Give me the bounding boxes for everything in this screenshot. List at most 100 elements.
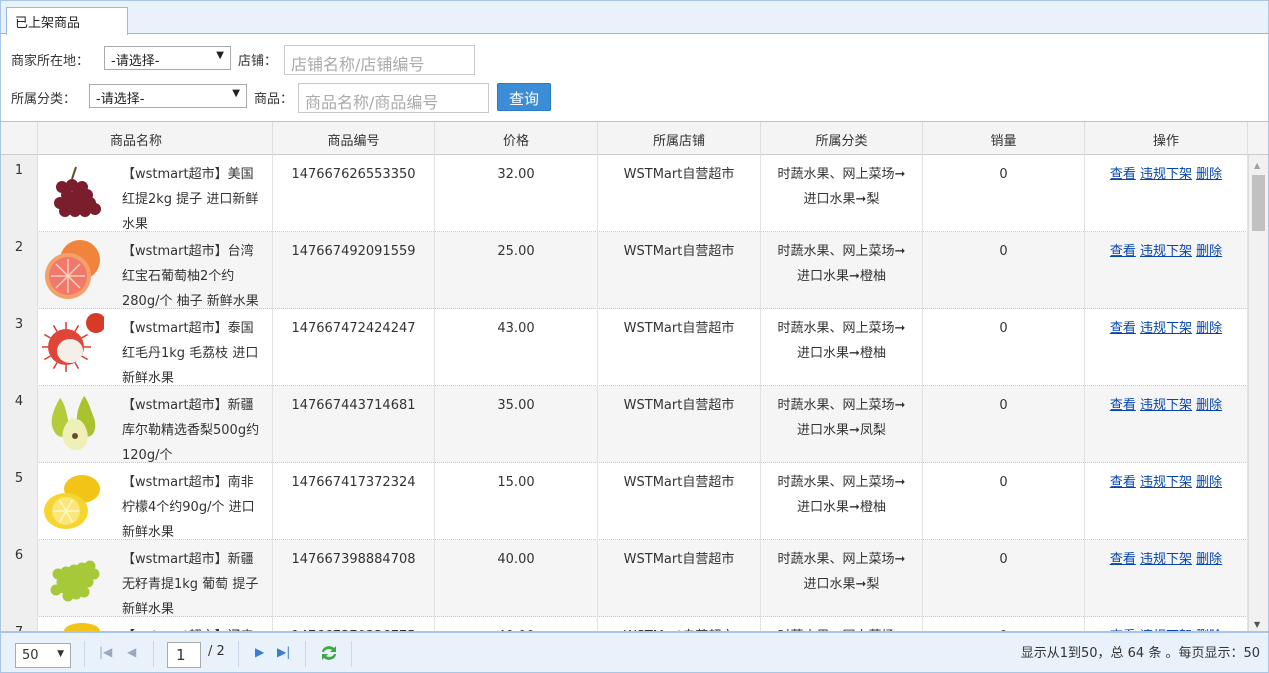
- view-link[interactable]: 查看: [1110, 167, 1136, 182]
- table-row[interactable]: 7 【wstmart超市】辽宁 14766737033677540.00WSTMar…: [1, 617, 1248, 631]
- table-row[interactable]: 6 【wstmart超市】新疆 无籽青提1kg 葡萄 提子 新鲜水果 147667398…: [1, 540, 1248, 617]
- header-actions: 操作: [1085, 122, 1248, 155]
- goods-code: 147667626553350: [273, 155, 435, 232]
- header-goods-code[interactable]: 商品编号: [273, 122, 435, 155]
- offshelf-link[interactable]: 违规下架: [1140, 552, 1192, 567]
- refresh-icon[interactable]: [319, 643, 339, 663]
- goods-code: 147667417372324: [273, 463, 435, 540]
- goods-name-cell: 【wstmart超市】新疆 无籽青提1kg 葡萄 提子 新鲜水果: [108, 540, 273, 617]
- goods-table: 商品名称 商品编号 价格 所属店铺 所属分类 销量 操作 1 【wstmart超市…: [0, 121, 1269, 632]
- dropdown-arrow-icon: ▼: [232, 88, 240, 99]
- pager-info: 显示从1到50，总 64 条 。每页显示：50: [1020, 646, 1260, 661]
- offshelf-link[interactable]: 违规下架: [1140, 321, 1192, 336]
- goods-name-cell: 【wstmart超市】泰国 红毛丹1kg 毛荔枝 进口 新鲜水果: [108, 309, 273, 386]
- scroll-down-icon[interactable]: ▼: [1254, 620, 1260, 629]
- table-row[interactable]: 4 【wstmart超市】新疆 库尔勒精选香梨500g约 120g/个 14766744…: [1, 386, 1248, 463]
- location-label: 商家所在地：: [11, 54, 90, 69]
- row-number: 1: [1, 155, 38, 232]
- first-page-icon[interactable]: |◀: [99, 645, 112, 659]
- shop-search-input[interactable]: 店铺名称/店铺编号: [284, 45, 475, 75]
- goods-sales: 0: [923, 463, 1085, 540]
- view-link[interactable]: 查看: [1110, 244, 1136, 259]
- product-image[interactable]: [42, 390, 104, 458]
- goods-category-line: 进口水果➞梨: [803, 192, 880, 207]
- view-link[interactable]: 查看: [1110, 475, 1136, 490]
- product-image[interactable]: [42, 544, 104, 612]
- goods-price: 40.00: [435, 617, 598, 631]
- page-size-select[interactable]: 50 ▼: [15, 643, 71, 668]
- goods-search-input[interactable]: 商品名称/商品编号: [298, 83, 489, 113]
- goods-name-line: 【wstmart超市】辽宁: [122, 624, 268, 631]
- header-shop[interactable]: 所属店铺: [598, 122, 761, 155]
- goods-name-line: 无籽青提1kg 葡萄 提子: [122, 577, 259, 592]
- query-button[interactable]: 查询: [497, 83, 551, 111]
- goods-category-cell: 时蔬水果、网上菜场➞ 进口水果➞梨: [761, 540, 923, 617]
- goods-category-line: 进口水果➞凤梨: [797, 423, 886, 438]
- goods-category-line: 进口水果➞橙柚: [797, 269, 886, 284]
- actions-cell: 查看 违规下架 删除: [1085, 386, 1248, 463]
- product-image[interactable]: [42, 467, 104, 535]
- category-label: 所属分类：: [11, 92, 77, 107]
- header-image: [38, 122, 108, 155]
- delete-link[interactable]: 删除: [1196, 321, 1222, 336]
- tab-listed-goods[interactable]: 已上架商品: [6, 7, 128, 35]
- table-header: 商品名称 商品编号 价格 所属店铺 所属分类 销量 操作: [1, 122, 1268, 155]
- delete-link[interactable]: 删除: [1196, 475, 1222, 490]
- goods-category-cell: 时蔬水果、网上菜场➞ 进口水果➞橙柚: [761, 232, 923, 309]
- goods-sales: 0: [923, 155, 1085, 232]
- goods-category-cell: 时蔬水果、网上菜场➞: [761, 617, 923, 631]
- goods-sales: 0: [923, 617, 1085, 631]
- current-page-input[interactable]: 1: [167, 642, 201, 668]
- header-rownum: [1, 122, 38, 155]
- view-link[interactable]: 查看: [1110, 552, 1136, 567]
- table-body: 1 【wstmart超市】美国 红提2kg 提子 进口新鲜 水果 14766762655…: [1, 155, 1248, 631]
- delete-link[interactable]: 删除: [1196, 167, 1222, 182]
- prev-page-icon[interactable]: ◀: [127, 645, 136, 659]
- actions-cell: 查看 违规下架 删除: [1085, 232, 1248, 309]
- goods-code: 147667443714681: [273, 386, 435, 463]
- goods-category-line: 进口水果➞梨: [803, 577, 880, 592]
- header-price[interactable]: 价格: [435, 122, 598, 155]
- table-row[interactable]: 1 【wstmart超市】美国 红提2kg 提子 进口新鲜 水果 14766762655…: [1, 155, 1248, 232]
- delete-link[interactable]: 删除: [1196, 398, 1222, 413]
- vertical-scrollbar[interactable]: ▲ ▼: [1248, 155, 1268, 631]
- header-goods-name[interactable]: 商品名称: [108, 122, 273, 155]
- offshelf-link[interactable]: 违规下架: [1140, 475, 1192, 490]
- header-sales[interactable]: 销量: [923, 122, 1085, 155]
- scroll-up-icon[interactable]: ▲: [1254, 161, 1260, 170]
- offshelf-link[interactable]: 违规下架: [1140, 398, 1192, 413]
- table-row[interactable]: 2 【wstmart超市】台湾 红宝石葡萄柚2个约 280g/个 柚子 新鲜水果 147…: [1, 232, 1248, 309]
- next-page-icon[interactable]: ▶: [255, 645, 264, 659]
- row-number: 3: [1, 309, 38, 386]
- header-category[interactable]: 所属分类: [761, 122, 923, 155]
- view-link[interactable]: 查看: [1110, 321, 1136, 336]
- goods-name-line: 柠檬4个约90g/个 进口: [122, 500, 255, 515]
- category-select[interactable]: -请选择- ▼: [89, 84, 247, 108]
- product-image[interactable]: [42, 313, 104, 381]
- delete-link[interactable]: 删除: [1196, 552, 1222, 567]
- actions-cell: 查看 违规下架 删除: [1085, 155, 1248, 232]
- goods-price: 15.00: [435, 463, 598, 540]
- table-row[interactable]: 3 【wstmart超市】泰国 红毛丹1kg 毛荔枝 进口 新鲜水果 147667472…: [1, 309, 1248, 386]
- table-row[interactable]: 5 【wstmart超市】南非 柠檬4个约90g/个 进口 新鲜水果 147667417…: [1, 463, 1248, 540]
- goods-category-cell: 时蔬水果、网上菜场➞ 进口水果➞凤梨: [761, 386, 923, 463]
- offshelf-link[interactable]: 违规下架: [1140, 167, 1192, 182]
- goods-name-cell: 【wstmart超市】南非 柠檬4个约90g/个 进口 新鲜水果: [108, 463, 273, 540]
- goods-sales: 0: [923, 386, 1085, 463]
- delete-link[interactable]: 删除: [1196, 244, 1222, 259]
- product-image[interactable]: [42, 236, 104, 304]
- goods-name-line: 【wstmart超市】新疆: [122, 552, 254, 567]
- row-number: 7: [1, 617, 38, 631]
- product-image[interactable]: [42, 621, 104, 631]
- offshelf-link[interactable]: 违规下架: [1140, 244, 1192, 259]
- scrollbar-thumb[interactable]: [1252, 175, 1265, 231]
- view-link[interactable]: 查看: [1110, 398, 1136, 413]
- goods-name-line: 【wstmart超市】南非: [122, 475, 254, 490]
- pager-separator: [305, 641, 306, 667]
- location-select[interactable]: -请选择- ▼: [104, 46, 231, 70]
- last-page-icon[interactable]: ▶|: [277, 645, 290, 659]
- product-image[interactable]: [42, 159, 104, 227]
- row-number: 5: [1, 463, 38, 540]
- goods-category-line: 进口水果➞橙柚: [797, 346, 886, 361]
- goods-price: 35.00: [435, 386, 598, 463]
